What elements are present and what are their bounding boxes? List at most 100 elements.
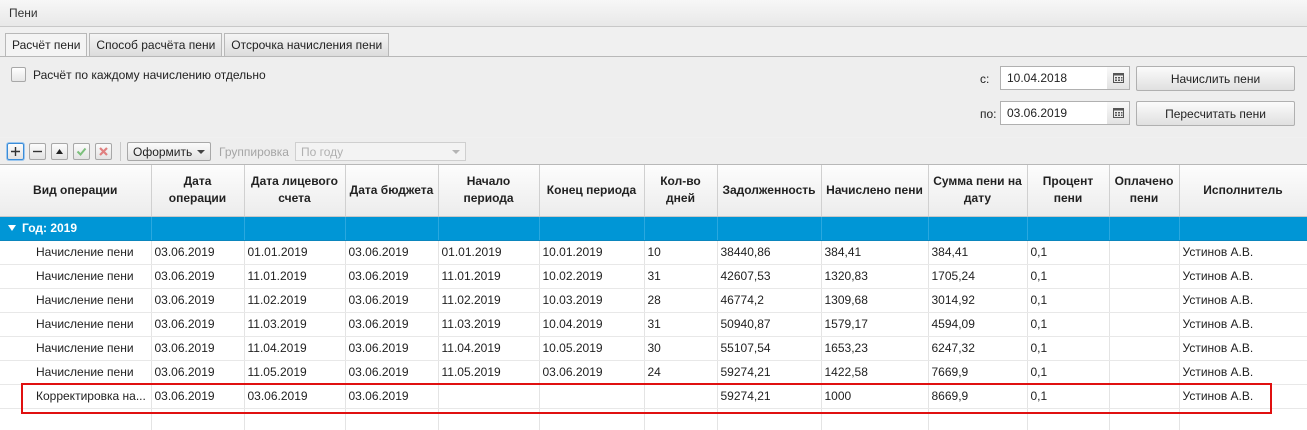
window-title: Пени (0, 0, 1307, 27)
column-header[interactable]: Процент пени (1027, 165, 1110, 217)
table-cell: 11.02.2019 (244, 288, 346, 313)
table-cell: Устинов А.В. (1179, 312, 1307, 337)
cross-icon[interactable] (95, 143, 112, 160)
table-cell (1109, 384, 1180, 409)
column-header[interactable]: Дата операции (151, 165, 245, 217)
column-header[interactable]: Исполнитель (1179, 165, 1307, 217)
table-cell: 24 (644, 360, 718, 385)
column-header[interactable]: Кол-во дней (644, 165, 718, 217)
table-row[interactable]: Начисление пени 03.06.2019 11.02.2019 03.06… (0, 288, 1307, 313)
grouping-select[interactable]: По году (295, 142, 466, 161)
table-cell: 1309,68 (821, 288, 929, 313)
table-cell: 03.06.2019 (151, 312, 245, 337)
table-cell: 11.05.2019 (244, 360, 346, 385)
table-cell (1109, 264, 1180, 289)
column-header[interactable]: Дата бюджета (345, 165, 439, 217)
chevron-down-icon (197, 150, 205, 154)
table-cell: 11.03.2019 (438, 312, 540, 337)
column-header[interactable]: Сумма пени на дату (928, 165, 1028, 217)
table-header: Вид операции Дата операции Дата лицевого… (0, 165, 1307, 217)
column-header[interactable]: Конец периода (539, 165, 645, 217)
table-cell: 1422,58 (821, 360, 929, 385)
group-row[interactable]: Год: 2019 (0, 216, 1307, 241)
to-label: по: (980, 107, 997, 121)
from-date-input[interactable]: 10.04.2018 (1000, 66, 1108, 90)
table-body: Год: 2019 Начисление пени 03.06.2019 01.01… (0, 216, 1307, 430)
table-cell: 10.04.2019 (539, 312, 645, 337)
table-cell: 1705,24 (928, 264, 1028, 289)
table-cell: 1579,17 (821, 312, 929, 337)
table-cell: Устинов А.В. (1179, 336, 1307, 361)
table-row[interactable]: Начисление пени 03.06.2019 01.01.2019 03.06… (0, 240, 1307, 265)
grouping-value: По году (301, 145, 344, 159)
minus-icon[interactable] (29, 143, 46, 160)
table-row[interactable]: Начисление пени 03.06.2019 11.01.2019 03.06… (0, 264, 1307, 289)
column-header[interactable]: Задолженность (717, 165, 822, 217)
arrow-up-icon[interactable] (51, 143, 68, 160)
table-cell: 03.06.2019 (345, 264, 439, 289)
table-cell: 11.05.2019 (438, 360, 540, 385)
table-row[interactable]: Начисление пени 03.06.2019 11.05.2019 03.06… (0, 360, 1307, 385)
table-cell: 03.06.2019 (345, 336, 439, 361)
table-row[interactable]: Начисление пени 03.06.2019 11.04.2019 03.06… (0, 336, 1307, 361)
recalculate-penalty-button[interactable]: Пересчитать пени (1136, 101, 1295, 126)
table-cell: 11.03.2019 (244, 312, 346, 337)
column-header[interactable]: Вид операции (0, 165, 152, 217)
table-cell: 10.05.2019 (539, 336, 645, 361)
table-cell: 384,41 (821, 240, 929, 265)
table-cell: 01.01.2019 (438, 240, 540, 265)
calculate-penalty-button[interactable]: Начислить пени (1136, 66, 1295, 91)
column-header[interactable]: Начало периода (438, 165, 540, 217)
table-cell: 10.01.2019 (539, 240, 645, 265)
table-cell (1109, 336, 1180, 361)
table-cell (1109, 288, 1180, 313)
table-cell: Начисление пени (0, 336, 152, 361)
column-header[interactable]: Дата лицевого счета (244, 165, 346, 217)
table-cell: 03.06.2019 (539, 360, 645, 385)
plus-icon[interactable] (7, 143, 24, 160)
toolbar-separator (120, 142, 121, 161)
table-cell: 03.06.2019 (345, 312, 439, 337)
tab-penalty-calculation[interactable]: Расчёт пени (5, 33, 88, 57)
check-icon[interactable] (73, 143, 90, 160)
table-cell: 50940,87 (717, 312, 822, 337)
table-cell: 03.06.2019 (345, 288, 439, 313)
calendar-icon[interactable] (1107, 66, 1130, 90)
each-accrual-checkbox[interactable] (11, 67, 26, 82)
penalty-table: Вид операции Дата операции Дата лицевого… (0, 164, 1307, 430)
table-cell: 03.06.2019 (151, 384, 245, 409)
empty-row (0, 408, 1307, 430)
calendar-icon[interactable] (1107, 101, 1130, 125)
table-cell: 0,1 (1027, 264, 1110, 289)
table-cell: 03.06.2019 (151, 288, 245, 313)
table-cell: 28 (644, 288, 718, 313)
collapse-arrow-icon[interactable] (8, 225, 16, 231)
table-cell: 31 (644, 264, 718, 289)
tab-bar: Расчёт пени Способ расчёта пени Отсрочка… (5, 33, 391, 57)
table-cell: 11.02.2019 (438, 288, 540, 313)
table-row[interactable]: Начисление пени 03.06.2019 11.03.2019 03.06… (0, 312, 1307, 337)
table-cell: 03.06.2019 (244, 384, 346, 409)
table-cell: 59274,21 (717, 384, 822, 409)
table-cell: 1000 (821, 384, 929, 409)
table-cell: 0,1 (1027, 240, 1110, 265)
table-cell: Начисление пени (0, 288, 152, 313)
tab-calculation-method[interactable]: Способ расчёта пени (89, 33, 223, 56)
table-row[interactable]: Корректировка на... 03.06.2019 03.06.2019 0… (0, 384, 1307, 409)
column-header[interactable]: Оплачено пени (1109, 165, 1180, 217)
table-cell: 10 (644, 240, 718, 265)
group-label: Год: 2019 (22, 221, 78, 235)
table-cell: 1653,23 (821, 336, 929, 361)
tab-penalty-deferral[interactable]: Отсрочка начисления пени (224, 33, 390, 56)
table-cell: 11.04.2019 (244, 336, 346, 361)
table-cell: 59274,21 (717, 360, 822, 385)
column-header[interactable]: Начислено пени (821, 165, 929, 217)
table-cell: 11.01.2019 (244, 264, 346, 289)
table-cell: Устинов А.В. (1179, 240, 1307, 265)
table-cell: 10.02.2019 (539, 264, 645, 289)
to-date-input[interactable]: 03.06.2019 (1000, 101, 1108, 125)
group-cell: Год: 2019 (0, 216, 152, 241)
table-cell: 4594,09 (928, 312, 1028, 337)
from-label: с: (980, 72, 990, 86)
format-dropdown[interactable]: Оформить (127, 142, 211, 161)
